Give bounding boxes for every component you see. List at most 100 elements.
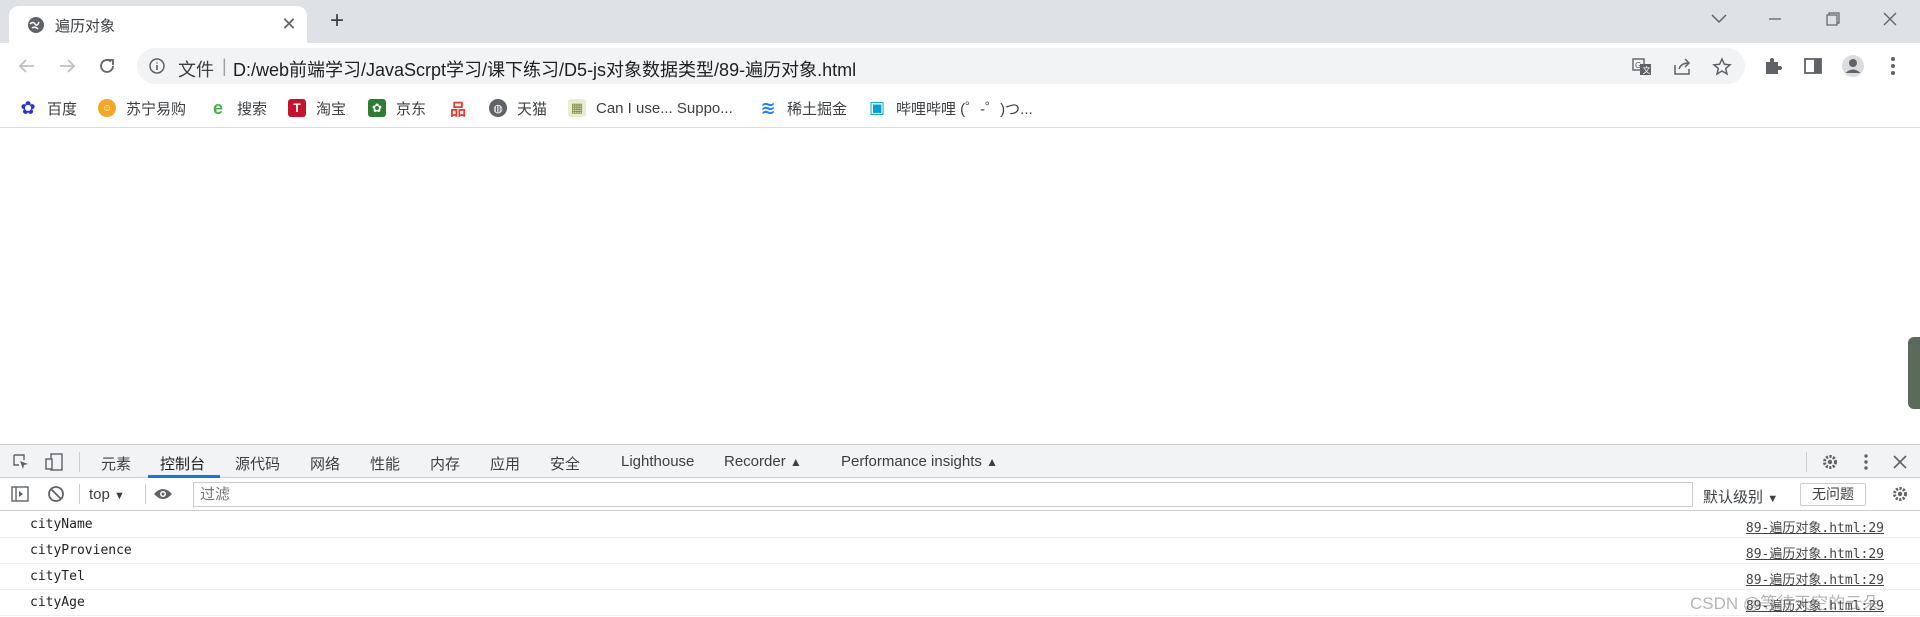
tab-recorder[interactable]: Recorder ▲ [724,453,802,470]
browser-tab[interactable]: 遍历对象 ✕ [9,6,307,43]
search-engine-icon: e [212,97,223,118]
profile-avatar-icon[interactable] [1841,54,1865,78]
bookmark-tmall[interactable]: ◍ 天猫 [489,96,547,120]
context-label: top [89,486,110,503]
chevron-down-icon[interactable] [1706,6,1732,32]
console-settings-gear-icon[interactable] [1890,484,1910,504]
svg-text:G: G [1635,61,1641,70]
bookmark-caniuse[interactable]: ▦ Can I use... Suppo... [568,96,733,120]
jd-icon: ✿ [368,99,386,117]
restore-button[interactable] [1820,6,1846,32]
sidebar-toggle-icon[interactable] [10,484,30,504]
bookmark-label: 京东 [396,100,427,118]
console-source-link[interactable]: 89-遍历对象.html:29 [1746,569,1884,588]
globe-icon: ◍ [489,99,507,117]
tab-network[interactable]: 网络 [310,453,340,474]
toolbar-divider [1806,452,1807,472]
console-message-row: cityAge 89-遍历对象.html:29 [0,590,1920,616]
bookmark-label: 百度 [47,100,78,118]
toolbar-divider [145,484,146,504]
console-message-text: cityTel [30,569,85,584]
close-devtools-icon[interactable] [1890,452,1910,472]
side-widget-handle[interactable] [1908,337,1920,409]
side-panel-icon[interactable] [1801,54,1825,78]
address-bar[interactable]: 文件 | D:/web前端学习/JavaScrpt学习/课下练习/D5-js对象… [137,48,1745,84]
tab-performance-insights[interactable]: Performance insights ▲ [841,453,998,470]
bookmark-grid[interactable]: 品 [449,96,477,120]
bookmark-baidu[interactable]: ✿ 百度 [19,96,77,120]
console-toolbar: top ▼ 默认级别 ▼ 无问题 [0,478,1920,511]
settings-gear-icon[interactable] [1820,452,1840,472]
tab-memory[interactable]: 内存 [430,453,460,474]
translate-icon[interactable]: 文G [1631,56,1653,78]
bookmark-taobao[interactable]: T 淘宝 [288,96,346,120]
tab-console[interactable]: 控制台 [160,453,205,474]
watermark-text: CSDN @等待天空的云朵 [1690,594,1880,613]
bookmark-search[interactable]: e 搜索 [209,96,267,120]
new-tab-button[interactable]: + [325,7,349,34]
bookmark-label: 天猫 [517,100,548,118]
bookmark-star-icon[interactable] [1711,56,1733,78]
bookmark-jd[interactable]: ✿ 京东 [368,96,426,120]
more-options-icon[interactable] [1856,452,1876,472]
bookmark-label: 哔哩哔哩 (゜-゜)つ... [896,100,1033,118]
console-source-link[interactable]: 89-遍历对象.html:29 [1746,543,1884,562]
tab-application[interactable]: 应用 [490,453,520,474]
minimize-button[interactable] [1762,6,1788,32]
bookmark-label: 搜索 [237,100,268,118]
devtools-tabbar: 元素 控制台 源代码 网络 性能 内存 应用 安全 Lighthouse Rec… [0,444,1920,478]
bookmark-juejin[interactable]: ≋ 稀土掘金 [759,96,847,120]
scheme-label: 文件 [178,60,214,80]
bilibili-icon: ▣ [868,98,886,117]
console-message-row: cityProvience 89-遍历对象.html:29 [0,538,1920,564]
clear-console-icon[interactable] [46,484,66,504]
reload-button[interactable] [93,52,121,80]
tab-performance-insights-label: Performance insights [841,453,982,470]
baidu-icon: ✿ [20,97,36,118]
bookmark-bilibili[interactable]: ▣ 哔哩哔哩 (゜-゜)つ... [868,96,1033,120]
dropdown-arrow-icon: ▼ [114,490,125,502]
svg-text:文: 文 [1643,65,1651,75]
share-icon[interactable] [1671,56,1693,78]
toolbar-divider [79,452,80,472]
tab-lighthouse[interactable]: Lighthouse [621,453,694,470]
dropdown-arrow-icon: ▼ [1767,493,1779,505]
issues-button[interactable]: 无问题 [1800,483,1866,506]
tab-security[interactable]: 安全 [550,453,580,474]
close-window-button[interactable] [1877,6,1903,32]
console-message-row: cityName 89-遍历对象.html:29 [0,512,1920,538]
bookmark-suning[interactable]: ☺ 苏宁易购 [98,96,186,120]
console-message-text: cityName [30,517,93,532]
console-source-link[interactable]: 89-遍历对象.html:29 [1746,517,1884,536]
flask-icon: ▲ [986,455,998,469]
tab-performance[interactable]: 性能 [370,453,400,474]
forward-button[interactable] [53,52,81,80]
suning-icon: ☺ [98,99,116,117]
caniuse-icon: ▦ [568,99,586,117]
log-levels-dropdown[interactable]: 默认级别 ▼ [1703,486,1778,507]
grid-logo-icon: 品 [449,102,466,119]
eye-icon[interactable] [153,484,173,504]
browser-menu-icon[interactable] [1881,54,1905,78]
back-button[interactable] [13,52,41,80]
juejin-icon: ≋ [760,97,776,118]
device-toolbar-icon[interactable] [44,452,64,472]
tab-elements[interactable]: 元素 [101,453,131,474]
taobao-icon: T [288,99,306,117]
bookmarks-bar: ✿ 百度 ☺ 苏宁易购 e 搜索 T 淘宝 ✿ 京东 品 ◍ 天猫 ▦ Can … [0,88,1920,128]
url-text[interactable]: D:/web前端学习/JavaScrpt学习/课下练习/D5-js对象数据类型/… [233,56,856,82]
console-message-text: cityAge [30,595,85,610]
extensions-icon[interactable] [1761,54,1785,78]
close-tab-icon[interactable]: ✕ [280,14,298,34]
log-levels-label: 默认级别 [1703,489,1764,506]
tab-title: 遍历对象 [55,18,116,35]
inspect-element-icon[interactable] [11,452,31,472]
page-content [0,129,1920,444]
info-icon[interactable] [149,58,165,74]
console-message-text: cityProvience [30,543,132,558]
scheme-divider: | [222,56,227,76]
context-selector[interactable]: top ▼ [89,486,125,503]
console-filter-input[interactable] [193,482,1693,507]
globe-icon [27,16,45,34]
tab-sources[interactable]: 源代码 [235,453,280,474]
